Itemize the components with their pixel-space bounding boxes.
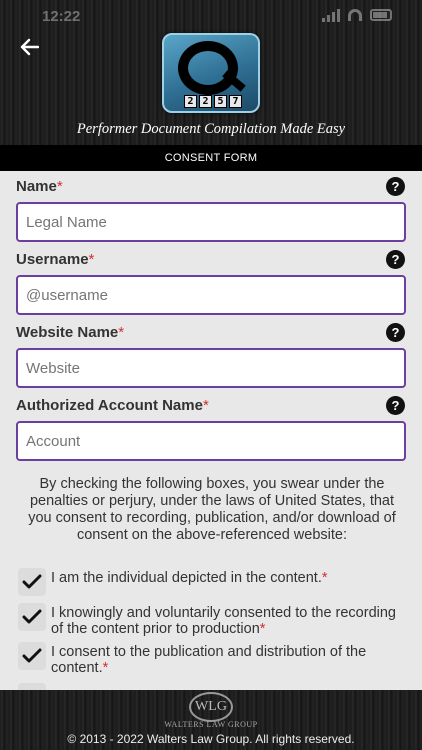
footer-logo: WLG: [189, 692, 233, 722]
back-button[interactable]: [16, 34, 42, 60]
section-title: CONSENT FORM: [0, 145, 422, 171]
consent-form: Name* ? Username* ? Website Name* ? Auth…: [0, 171, 422, 690]
name-input[interactable]: [16, 202, 406, 242]
status-bar: 12:22: [0, 6, 422, 28]
checkmark-icon: [22, 609, 42, 624]
website-help-icon[interactable]: ?: [386, 323, 405, 342]
arrow-left-icon: [20, 38, 39, 56]
checkmark-icon: [22, 574, 42, 589]
consent-checkbox-3[interactable]: [18, 642, 46, 670]
checkbox-label: I am the individual depicted in the cont…: [51, 570, 328, 586]
consent-checkbox-1[interactable]: [18, 568, 46, 596]
website-input[interactable]: [16, 348, 406, 388]
checkbox-label: I consent to the publication and distrib…: [51, 644, 367, 676]
consent-checkbox-4[interactable]: [18, 683, 46, 690]
logo-q-ring: [178, 41, 238, 95]
signal-icon: [322, 9, 340, 22]
app-logo: 2 2 5 7: [162, 33, 260, 113]
checkbox-label: I knowingly and voluntarily consented to…: [51, 605, 396, 637]
consent-disclaimer: By checking the following boxes, you swe…: [28, 476, 396, 543]
footer-brand: WALTERS LAW GROUP: [164, 720, 258, 729]
checkmark-icon: [22, 648, 42, 663]
status-icons: [322, 9, 392, 22]
consent-checkbox-2[interactable]: [18, 603, 46, 631]
tagline: Performer Document Compilation Made Easy: [76, 121, 346, 137]
name-label: Name*: [16, 178, 63, 195]
name-help-icon[interactable]: ?: [386, 177, 405, 196]
website-name-label: Website Name*: [16, 324, 125, 341]
username-input[interactable]: [16, 275, 406, 315]
app-footer: WLG WALTERS LAW GROUP © 2013 - 2022 Walt…: [0, 690, 422, 750]
username-label: Username*: [16, 251, 95, 268]
account-name-label: Authorized Account Name*: [16, 397, 209, 414]
username-help-icon[interactable]: ?: [386, 250, 405, 269]
wifi-icon: [348, 9, 362, 21]
logo-number: 2 2 5 7: [184, 95, 242, 108]
copyright-text: © 2013 - 2022 Walters Law Group. All rig…: [67, 732, 355, 746]
account-input[interactable]: [16, 421, 406, 461]
status-time: 12:22: [42, 8, 81, 25]
app-header: 12:22 2 2 5 7 Performer Document Compila…: [0, 0, 422, 145]
account-help-icon[interactable]: ?: [386, 396, 405, 415]
battery-icon: [370, 9, 392, 21]
